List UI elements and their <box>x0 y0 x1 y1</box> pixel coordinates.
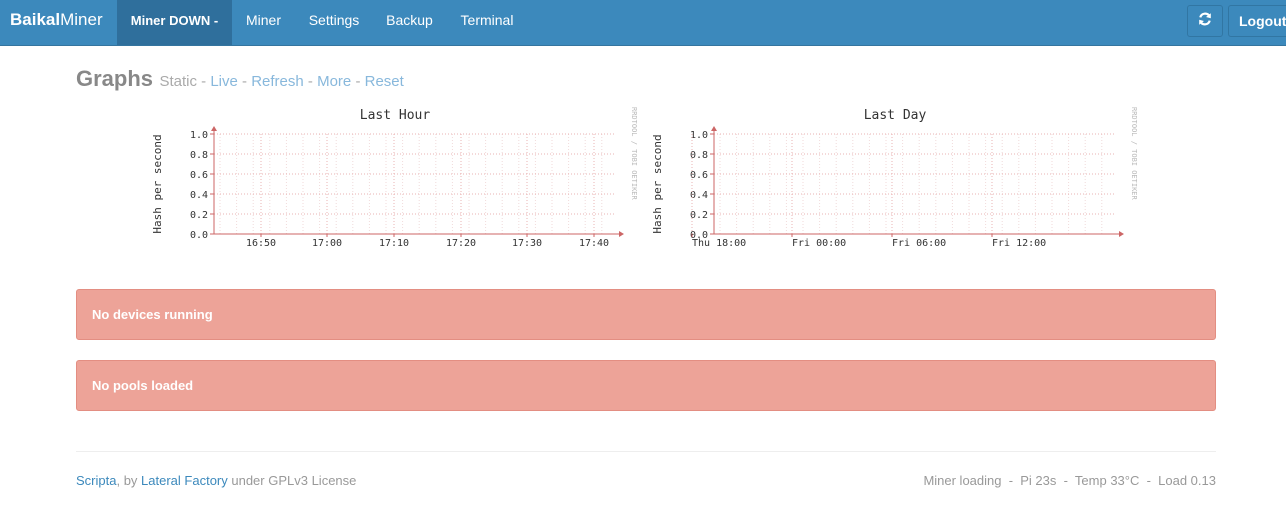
brand-logo[interactable]: BaikalMiner <box>10 0 103 42</box>
nav-settings[interactable]: Settings <box>295 0 373 45</box>
y-tick-label: 0.2 <box>190 210 208 221</box>
x-axis-arrow <box>1119 231 1124 237</box>
x-tick-label: Fri 06:00 <box>892 238 946 249</box>
graph-link-live[interactable]: Live <box>210 73 238 90</box>
footer-divider <box>76 451 1216 452</box>
top-navbar: BaikalMiner Miner DOWN - Miner Settings … <box>0 0 1286 45</box>
brand-name-rest: Miner <box>60 10 103 29</box>
graphs-title: Graphs <box>76 66 154 91</box>
chart-title: Last Day <box>864 108 927 123</box>
separator: - <box>201 73 207 90</box>
chart-title: Last Hour <box>360 108 431 123</box>
graph-mode-static: Static <box>159 73 197 90</box>
graph-link-more[interactable]: More <box>317 73 351 90</box>
logout-button[interactable]: Logout <box>1228 5 1286 37</box>
y-axis-arrow <box>711 126 717 131</box>
alert-no-devices: No devices running <box>76 289 1216 340</box>
footer-by-text: , by <box>116 473 142 488</box>
graph-last-hour: Last Hour Hash per second RRDTOOL / TOBI O… <box>146 100 646 260</box>
y-tick-label: 0.0 <box>190 230 208 241</box>
y-tick-label: 0.2 <box>690 210 708 221</box>
scripta-link[interactable]: Scripta <box>76 473 116 488</box>
graphs-header: Graphs Static - Live - Refresh - More - … <box>76 66 404 92</box>
brand-name-bold: Baikal <box>10 10 61 29</box>
x-axis-arrow <box>619 231 624 237</box>
nav-miner[interactable]: Miner <box>232 0 295 45</box>
separator: - <box>355 73 361 90</box>
y-tick-label: 1.0 <box>690 130 708 141</box>
footer-license-text: under GPLv3 License <box>227 473 357 488</box>
chart-last-day: Last Day Hash per second RRDTOOL / TOBI OE… <box>651 107 1138 249</box>
y-axis-label: Hash per second <box>151 134 164 233</box>
separator: - <box>242 73 248 90</box>
refresh-button[interactable] <box>1187 5 1223 37</box>
graph-mode-links: Static - Live - Refresh - More - Reset <box>159 73 403 90</box>
x-tick-label: Fri 00:00 <box>792 238 846 249</box>
x-tick-label: 17:20 <box>446 238 476 249</box>
y-axis-arrow <box>211 126 217 131</box>
x-tick-label: Thu 18:00 <box>692 238 746 249</box>
nav-backup[interactable]: Backup <box>373 0 446 45</box>
x-tick-label: 17:30 <box>512 238 542 249</box>
y-tick-label: 1.0 <box>190 130 208 141</box>
graph-link-refresh[interactable]: Refresh <box>251 73 304 90</box>
chart-last-hour: Last Hour Hash per second RRDTOOL / TOBI O… <box>151 107 638 249</box>
nav-miner-status-dropdown[interactable]: Miner DOWN - <box>117 0 232 45</box>
y-tick-label: 0.8 <box>690 150 708 161</box>
y-tick-label: 0.4 <box>690 190 708 201</box>
y-tick-label: 0.4 <box>190 190 208 201</box>
nav-terminal[interactable]: Terminal <box>446 0 528 45</box>
y-tick-label: 0.6 <box>190 170 208 181</box>
y-tick-label: 0.8 <box>190 150 208 161</box>
graph-last-day: Last Day Hash per second RRDTOOL / TOBI OE… <box>646 100 1146 260</box>
x-tick-label: Fri 12:00 <box>992 238 1046 249</box>
x-tick-label: 17:40 <box>579 238 609 249</box>
x-tick-label: 17:00 <box>312 238 342 249</box>
separator: - <box>307 73 313 90</box>
footer-status: Miner loading - Pi 23s - Temp 33°C - Loa… <box>923 473 1216 488</box>
alert-no-pools: No pools loaded <box>76 360 1216 411</box>
rrdtool-watermark: RRDTOOL / TOBI OETIKER <box>630 107 638 201</box>
x-tick-label: 17:10 <box>379 238 409 249</box>
y-axis-label: Hash per second <box>651 134 664 233</box>
graph-link-reset[interactable]: Reset <box>365 73 404 90</box>
refresh-icon <box>1197 11 1213 32</box>
rrdtool-watermark: RRDTOOL / TOBI OETIKER <box>1130 107 1138 201</box>
x-tick-label: 16:50 <box>246 238 276 249</box>
lateral-factory-link[interactable]: Lateral Factory <box>141 473 228 488</box>
footer-credits: Scripta, by Lateral Factory under GPLv3 … <box>76 473 356 488</box>
y-tick-label: 0.6 <box>690 170 708 181</box>
